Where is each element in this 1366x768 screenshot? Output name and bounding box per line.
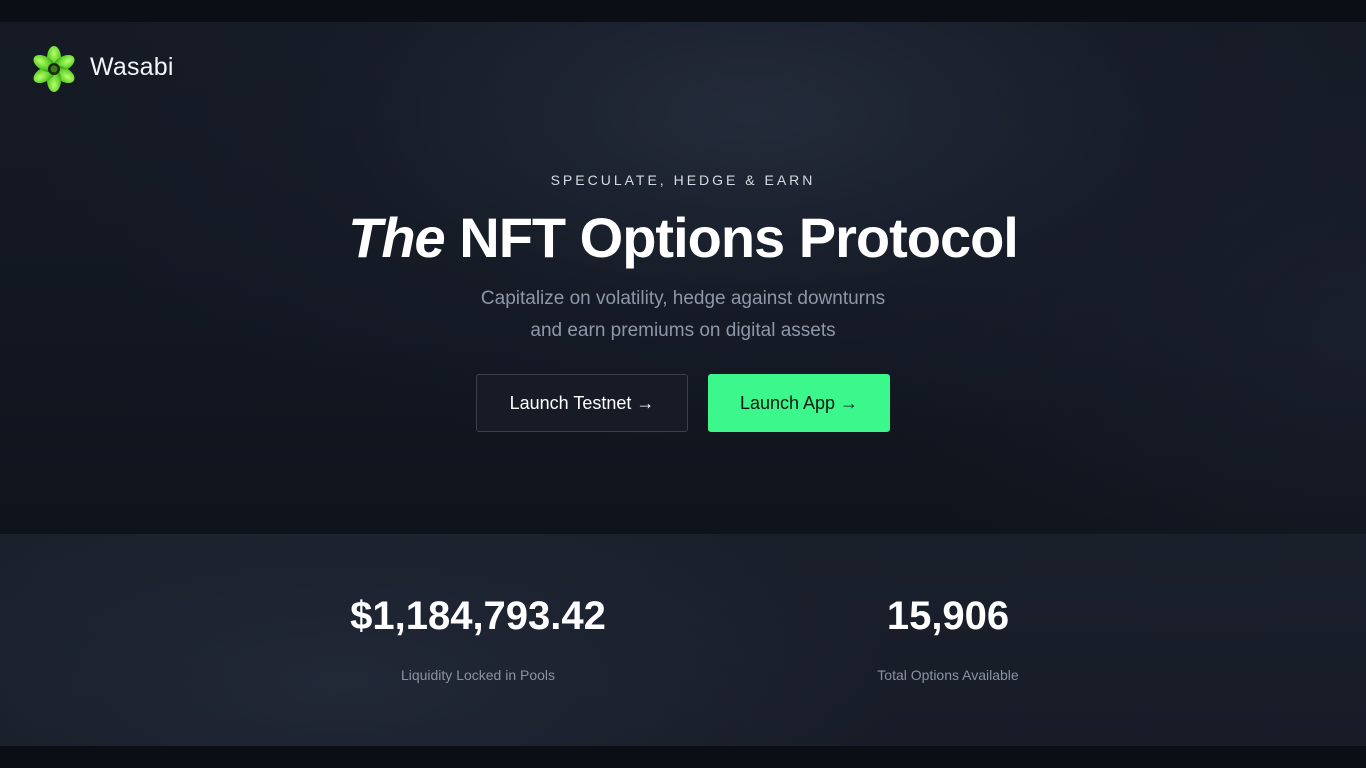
headline-emphasis: The	[348, 206, 446, 269]
headline-rest: NFT Options Protocol	[444, 206, 1019, 269]
bottom-strip	[0, 746, 1366, 768]
hero-subtitle: Capitalize on volatility, hedge against …	[0, 283, 1366, 347]
hero-headline: The NFT Options Protocol	[0, 206, 1366, 270]
hero-section: Wasabi	[0, 22, 1366, 534]
launch-testnet-button[interactable]: Launch Testnet →	[476, 374, 688, 432]
liquidity-label: Liquidity Locked in Pools	[400, 667, 556, 683]
landing-page: Wasabi SPECULATE, HEDGE & EARN The NFT O…	[0, 0, 1366, 768]
hero-eyebrow: SPECULATE, HEDGE & EARN	[550, 172, 816, 188]
options-value: 15,906	[886, 594, 1010, 638]
subtitle-line-1: Capitalize on volatility, hedge against …	[480, 288, 886, 309]
launch-app-button[interactable]: Launch App →	[708, 374, 890, 432]
subtitle-line-2: and earn premiums on digital assets	[530, 320, 836, 341]
liquidity-value: $1,184,793.42	[350, 594, 606, 638]
brand-name[interactable]: Wasabi	[90, 53, 174, 82]
options-label: Total Options Available	[877, 667, 1019, 683]
stats-section: $1,184,793.42 Liquidity Locked in Pools …	[0, 534, 1366, 746]
top-strip	[0, 0, 1366, 22]
wasabi-flower-logo-icon[interactable]	[30, 45, 78, 93]
